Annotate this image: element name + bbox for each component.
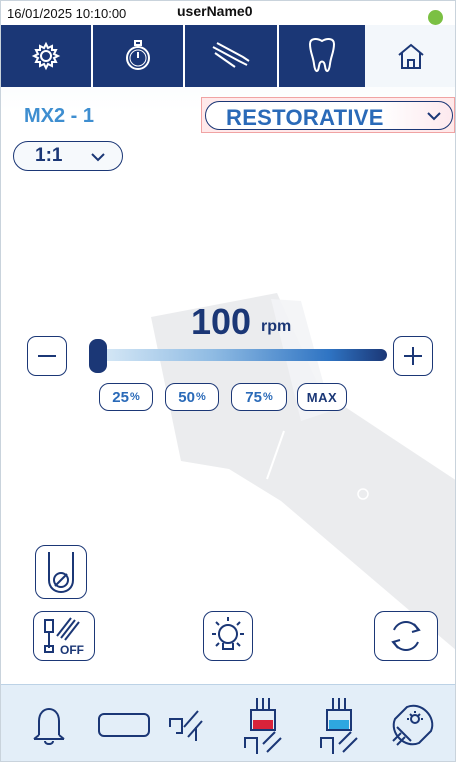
spray-off-button[interactable]: OFF <box>33 611 95 661</box>
spray-off-icon: OFF <box>44 617 84 656</box>
preset-75-value: 75 <box>245 388 262 406</box>
timer-button[interactable] <box>93 25 185 87</box>
top-toolbar <box>1 25 455 89</box>
chevron-down-icon <box>91 153 105 162</box>
spray-off-label: OFF <box>60 643 84 656</box>
preset-25-percent: % <box>129 391 140 403</box>
spray-blue-icon <box>320 697 358 754</box>
air-spray-button[interactable] <box>163 685 213 761</box>
water-blue-button[interactable] <box>315 685 367 761</box>
preset-25-button[interactable]: 25% <box>99 383 153 411</box>
preset-75-button[interactable]: 75% <box>231 383 287 411</box>
spray-icon <box>169 709 203 741</box>
mode-pill: RESTORATIVE <box>205 101 453 130</box>
status-bar: 16/01/2025 10:10:00 userName0 <box>1 1 455 25</box>
alarm-button[interactable] <box>19 685 79 761</box>
rectangle-icon <box>98 712 150 737</box>
preset-75-percent: % <box>262 391 273 403</box>
ratio-label: 1:1 <box>35 145 63 166</box>
speed-slider[interactable] <box>97 349 387 361</box>
settings-button[interactable] <box>1 25 93 87</box>
rotation-icon <box>391 621 421 651</box>
spray-red-icon <box>244 697 282 754</box>
minus-icon <box>38 355 56 357</box>
preset-25-value: 25 <box>112 388 129 406</box>
ratio-dropdown[interactable]: 1:1 <box>13 141 123 171</box>
mode-label: RESTORATIVE <box>226 105 384 130</box>
increase-speed-button[interactable] <box>393 336 433 376</box>
tooth-icon <box>308 38 336 72</box>
bottom-bar <box>1 684 455 761</box>
bur-lock-button[interactable] <box>35 545 87 599</box>
plus-icon <box>404 347 422 365</box>
tooth-button[interactable] <box>279 25 365 87</box>
bell-icon <box>33 707 65 745</box>
empty-slot-button[interactable] <box>93 685 155 761</box>
bur-lock-icon <box>48 552 74 594</box>
connection-status-dot <box>428 10 443 25</box>
speed-unit: rpm <box>261 318 292 335</box>
light-icon <box>392 704 434 746</box>
status-datetime: 16/01/2025 10:10:00 <box>7 6 127 21</box>
preset-50-value: 50 <box>178 388 195 406</box>
preset-50-percent: % <box>195 391 206 403</box>
light-bulb-icon <box>212 617 244 650</box>
instrument-name: MX2 - 1 <box>24 105 95 127</box>
speed-slider-thumb[interactable] <box>89 339 107 373</box>
speed-value: 100 <box>191 301 252 342</box>
reverse-rotation-button[interactable] <box>374 611 438 661</box>
preset-max-button[interactable]: MAX <box>297 383 347 411</box>
water-red-button[interactable] <box>239 685 291 761</box>
light-button[interactable] <box>203 611 253 661</box>
preset-50-button[interactable]: 50% <box>165 383 219 411</box>
decrease-speed-button[interactable] <box>27 336 67 376</box>
stopwatch-icon <box>126 40 150 70</box>
scialytic-light-button[interactable] <box>383 685 443 761</box>
mode-dropdown[interactable]: RESTORATIVE <box>201 97 455 133</box>
gear-icon <box>31 41 61 71</box>
home-icon <box>398 43 424 69</box>
status-username: userName0 <box>177 3 253 19</box>
chevron-down-icon <box>427 112 441 121</box>
app-screen: 16/01/2025 10:10:00 userName0 MX2 - 1 RE… <box>0 0 456 762</box>
home-button[interactable] <box>365 25 455 87</box>
instruments-button[interactable] <box>185 25 279 87</box>
handpiece-icon <box>212 42 250 68</box>
